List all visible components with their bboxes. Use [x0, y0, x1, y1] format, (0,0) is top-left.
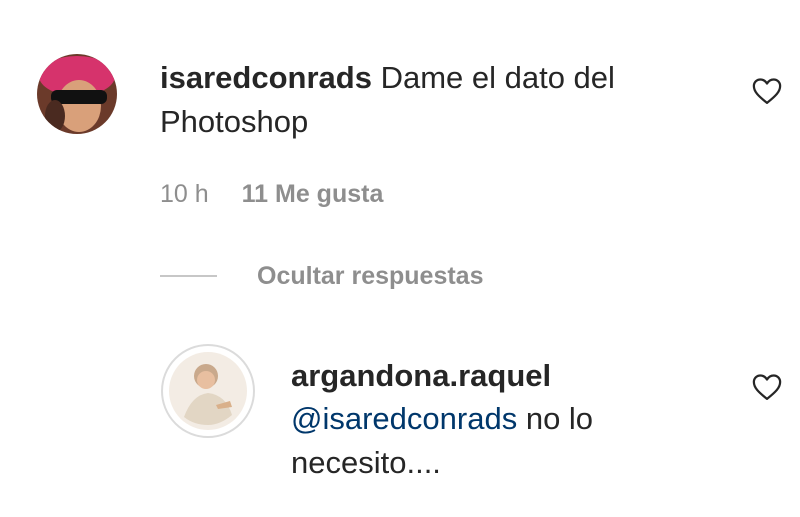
comment-age[interactable]: 10 h	[160, 180, 209, 208]
reply-mention[interactable]: @isaredconrads	[291, 401, 517, 436]
reply-text-block: @isaredconrads no lo necesito....	[291, 397, 711, 485]
heart-icon	[752, 374, 782, 400]
reply-body: argandona.raquel	[291, 354, 551, 398]
reply-username[interactable]: argandona.raquel	[291, 354, 551, 398]
comment-meta: 10 h 11 Me gusta	[160, 180, 383, 209]
hide-replies-button[interactable]: Ocultar respuestas	[257, 262, 484, 291]
comment-likes[interactable]: 11 Me gusta	[242, 180, 384, 208]
comment-username[interactable]: isaredconrads	[160, 60, 372, 95]
heart-icon	[752, 78, 782, 104]
comment-body: isaredconrads Dame el dato del Photoshop	[160, 56, 720, 144]
reply-avatar[interactable]	[160, 343, 256, 439]
replies-divider	[160, 275, 217, 277]
reply-like-button[interactable]	[752, 373, 782, 406]
commenter-avatar[interactable]	[37, 54, 117, 134]
comment-like-button[interactable]	[752, 77, 782, 110]
